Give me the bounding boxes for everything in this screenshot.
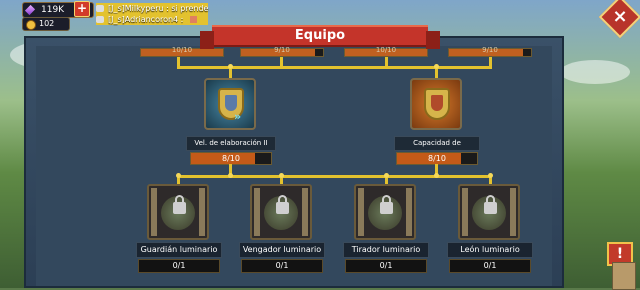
tower-icon [612,262,636,290]
research-node-guardian[interactable] [147,184,209,240]
node-label: León luminario [447,242,533,258]
node-label: Guardián luminario [136,242,222,258]
chat-icon [96,16,104,23]
node-progress: 0/1 [241,259,323,273]
prev-tier-bar-4: 9/10 [448,46,532,57]
chat-feed[interactable]: [J_s]Milkyperu : si prende [J_s]Adrianco… [96,3,209,25]
coin-icon [26,20,36,30]
node-progress: 0/1 [449,259,531,273]
connector-dot [176,173,181,178]
node-progress: 0/1 [345,259,427,273]
research-node-avenger[interactable] [250,184,312,240]
connector-dot [384,173,389,178]
research-node-crafting-speed[interactable]: » [204,78,256,130]
shield-capacity-icon [424,88,450,120]
page-title: Equipo [200,25,440,49]
node-progress: 0/1 [138,259,220,273]
emoji-icon [189,16,197,23]
add-gems-button[interactable]: + [74,1,90,17]
lock-icon [484,195,497,214]
gem-value: 119K [41,5,65,15]
connector-dot [228,173,233,178]
connector-dot [228,64,233,69]
prev-tier-bar-3: 10/10 [344,46,428,57]
connector [177,66,492,69]
research-node-lion[interactable] [458,184,520,240]
connector [177,175,492,178]
speed-arrows-icon: » [234,110,242,123]
chat-message: [J_s]Adriancoron4 : [96,14,209,25]
gem-icon [24,4,36,16]
connector-dot [434,64,439,69]
coin-value: 102 [39,19,55,28]
node-label: Tirador luminario [343,242,429,258]
lock-icon [380,195,393,214]
connector-dot [279,173,284,178]
coin-counter: 102 [22,17,70,31]
close-icon: × [612,6,628,28]
node-label: Vel. de elaboración II [186,136,276,151]
node-label: Capacidad de elaboración I [394,136,480,160]
research-node-marksman[interactable] [354,184,416,240]
connector-dot [488,173,493,178]
connector-dot [434,173,439,178]
node-label: Vengador luminario [239,242,325,258]
prev-tier-bar-2: 9/10 [240,46,324,57]
prev-tier-bar-1: 10/10 [140,46,224,57]
research-node-crafting-capacity[interactable] [410,78,462,130]
lock-icon [173,195,186,214]
chat-message: [J_s]Milkyperu : si prende [96,3,209,14]
chat-icon [96,5,104,12]
lock-icon [276,195,289,214]
